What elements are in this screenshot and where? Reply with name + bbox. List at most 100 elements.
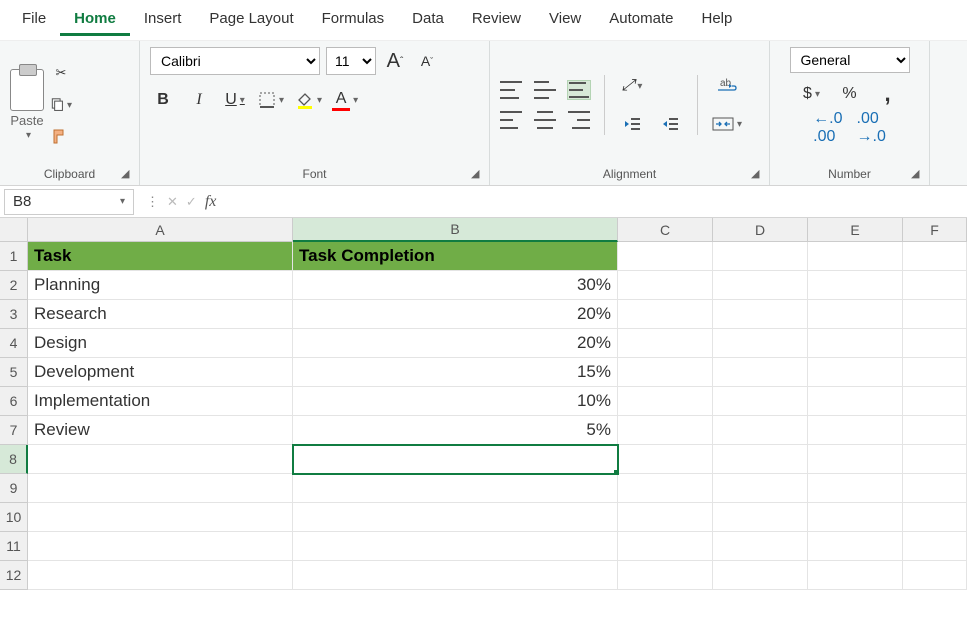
font-color-button[interactable]: A ▾ — [332, 87, 358, 113]
menu-automate[interactable]: Automate — [595, 4, 687, 36]
cell-f8[interactable] — [903, 445, 967, 474]
cell-a11[interactable] — [28, 532, 293, 561]
cell-f7[interactable] — [903, 416, 967, 445]
align-center-button[interactable] — [534, 111, 556, 129]
paste-button[interactable]: Paste ▾ — [10, 69, 44, 141]
font-name-select[interactable]: Calibri — [150, 47, 320, 75]
cell-b7[interactable]: 5% — [293, 416, 618, 445]
col-header-a[interactable]: A — [28, 218, 293, 242]
name-box[interactable]: B8 ▾ — [4, 189, 134, 215]
font-size-select[interactable]: 11 — [326, 47, 376, 75]
menu-formulas[interactable]: Formulas — [308, 4, 399, 36]
cell-c11[interactable] — [618, 532, 713, 561]
cell-c2[interactable] — [618, 271, 713, 300]
borders-button[interactable]: ▾ — [258, 87, 284, 113]
increase-font-button[interactable]: Aˆ — [382, 48, 408, 74]
fill-color-button[interactable]: ▾ — [294, 87, 322, 113]
copy-button[interactable]: ▾ — [50, 94, 72, 116]
menu-data[interactable]: Data — [398, 4, 458, 36]
cell-f12[interactable] — [903, 561, 967, 590]
col-header-b[interactable]: B — [293, 218, 618, 242]
cell-f2[interactable] — [903, 271, 967, 300]
number-dialog-launcher[interactable]: ◢ — [911, 167, 925, 181]
cell-b6[interactable]: 10% — [293, 387, 618, 416]
underline-button[interactable]: U▾ — [222, 87, 248, 113]
percent-format-button[interactable]: % — [837, 81, 863, 107]
cell-f4[interactable] — [903, 329, 967, 358]
cell-b1[interactable]: Task Completion — [293, 242, 618, 271]
cell-a6[interactable]: Implementation — [28, 387, 293, 416]
cell-a7[interactable]: Review — [28, 416, 293, 445]
cell-e4[interactable] — [808, 329, 903, 358]
cell-d9[interactable] — [713, 474, 808, 503]
cell-d8[interactable] — [713, 445, 808, 474]
merge-center-button[interactable]: ▾ — [712, 111, 742, 137]
cell-a2[interactable]: Planning — [28, 271, 293, 300]
row-header-11[interactable]: 11 — [0, 532, 28, 561]
cell-b10[interactable] — [293, 503, 618, 532]
cancel-formula-button[interactable]: ✕ — [167, 194, 178, 210]
accounting-format-button[interactable]: $▾ — [799, 81, 825, 107]
cell-c7[interactable] — [618, 416, 713, 445]
cell-a8[interactable] — [28, 445, 293, 474]
cell-f11[interactable] — [903, 532, 967, 561]
cell-c10[interactable] — [618, 503, 713, 532]
cell-b8[interactable] — [293, 445, 618, 474]
menu-page-layout[interactable]: Page Layout — [195, 4, 307, 36]
cell-b2[interactable]: 30% — [293, 271, 618, 300]
row-header-1[interactable]: 1 — [0, 242, 28, 271]
row-header-4[interactable]: 4 — [0, 329, 28, 358]
cell-f3[interactable] — [903, 300, 967, 329]
cell-e3[interactable] — [808, 300, 903, 329]
options-icon[interactable]: ⋮ — [146, 194, 159, 210]
cell-c4[interactable] — [618, 329, 713, 358]
font-dialog-launcher[interactable]: ◢ — [471, 167, 485, 181]
row-header-9[interactable]: 9 — [0, 474, 28, 503]
wrap-text-button[interactable]: ab — [712, 73, 742, 99]
row-header-12[interactable]: 12 — [0, 561, 28, 590]
cell-c6[interactable] — [618, 387, 713, 416]
cell-f6[interactable] — [903, 387, 967, 416]
increase-decimal-button[interactable]: ←.0.00 — [813, 115, 842, 141]
menu-view[interactable]: View — [535, 4, 595, 36]
cell-d4[interactable] — [713, 329, 808, 358]
cell-c8[interactable] — [618, 445, 713, 474]
menu-file[interactable]: File — [8, 4, 60, 36]
cell-a12[interactable] — [28, 561, 293, 590]
select-all-corner[interactable] — [0, 218, 28, 242]
clipboard-dialog-launcher[interactable]: ◢ — [121, 167, 135, 181]
cell-f10[interactable] — [903, 503, 967, 532]
alignment-dialog-launcher[interactable]: ◢ — [751, 167, 765, 181]
align-middle-button[interactable] — [534, 81, 556, 99]
cell-e8[interactable] — [808, 445, 903, 474]
cell-d1[interactable] — [713, 242, 808, 271]
chevron-down-icon[interactable]: ▾ — [67, 100, 72, 111]
cell-f9[interactable] — [903, 474, 967, 503]
fx-icon[interactable]: fx — [205, 193, 217, 211]
cell-b3[interactable]: 20% — [293, 300, 618, 329]
cell-b11[interactable] — [293, 532, 618, 561]
increase-indent-button[interactable] — [657, 111, 683, 137]
cell-d3[interactable] — [713, 300, 808, 329]
cell-d7[interactable] — [713, 416, 808, 445]
decrease-font-button[interactable]: Aˇ — [414, 48, 440, 74]
chevron-down-icon[interactable]: ▾ — [120, 196, 125, 207]
cell-c5[interactable] — [618, 358, 713, 387]
accept-formula-button[interactable]: ✓ — [186, 194, 197, 210]
cell-e9[interactable] — [808, 474, 903, 503]
cell-e1[interactable] — [808, 242, 903, 271]
cell-a5[interactable]: Development — [28, 358, 293, 387]
orientation-button[interactable]: ⤢▾ — [619, 73, 645, 99]
cell-a10[interactable] — [28, 503, 293, 532]
cell-e11[interactable] — [808, 532, 903, 561]
row-header-7[interactable]: 7 — [0, 416, 28, 445]
cell-a4[interactable]: Design — [28, 329, 293, 358]
align-left-button[interactable] — [500, 111, 522, 129]
cell-e5[interactable] — [808, 358, 903, 387]
col-header-e[interactable]: E — [808, 218, 903, 242]
menu-help[interactable]: Help — [687, 4, 746, 36]
row-header-8[interactable]: 8 — [0, 445, 28, 474]
menu-home[interactable]: Home — [60, 4, 130, 36]
row-header-6[interactable]: 6 — [0, 387, 28, 416]
row-header-2[interactable]: 2 — [0, 271, 28, 300]
